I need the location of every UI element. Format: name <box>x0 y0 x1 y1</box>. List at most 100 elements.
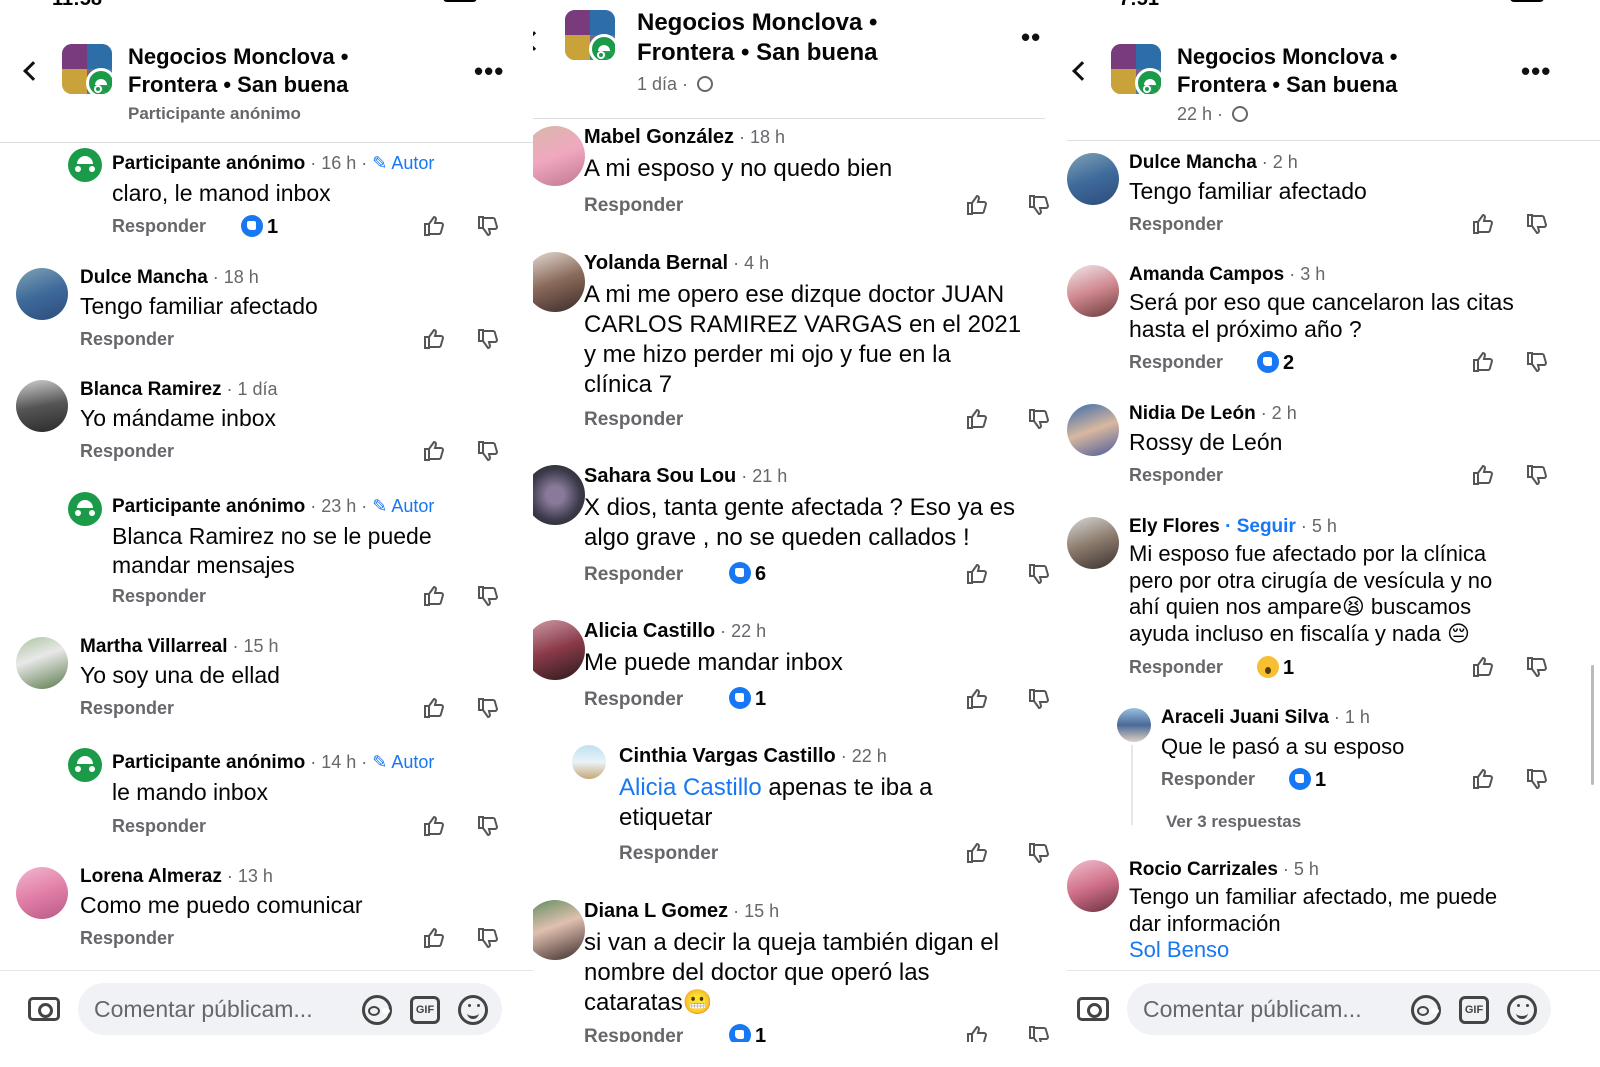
dislike-icon[interactable] <box>476 439 500 463</box>
avatar[interactable] <box>533 620 585 680</box>
dislike-icon[interactable] <box>476 214 500 238</box>
dislike-icon[interactable] <box>1027 193 1051 217</box>
avatar-sticker-icon[interactable] <box>1411 995 1441 1025</box>
like-icon[interactable] <box>965 562 989 586</box>
dislike-icon[interactable] <box>1525 463 1549 487</box>
view-replies-link[interactable]: Ver 3 respuestas <box>1166 812 1301 832</box>
avatar[interactable] <box>16 867 68 919</box>
avatar[interactable] <box>572 745 606 779</box>
group-avatar[interactable] <box>62 44 112 94</box>
like-icon[interactable] <box>965 841 989 865</box>
follow-button[interactable]: · Seguir <box>1220 516 1296 537</box>
camera-icon[interactable] <box>28 997 60 1021</box>
dislike-icon[interactable] <box>476 584 500 608</box>
camera-icon[interactable] <box>1077 997 1109 1021</box>
comment-author[interactable]: Diana L Gomez · 15 h <box>584 900 779 923</box>
avatar[interactable] <box>16 268 68 320</box>
dislike-icon[interactable] <box>1525 212 1549 236</box>
reaction-count[interactable]: 2 <box>1257 351 1294 375</box>
reply-button[interactable]: Responder <box>1129 465 1223 486</box>
avatar[interactable] <box>1067 517 1119 569</box>
reply-button[interactable]: Responder <box>80 329 174 350</box>
emoji-icon[interactable] <box>1507 995 1537 1025</box>
avatar[interactable] <box>1117 708 1151 742</box>
comment-author[interactable]: Blanca Ramirez · 1 día <box>80 379 278 401</box>
like-icon[interactable] <box>1471 463 1495 487</box>
comment-author[interactable]: Dulce Mancha · 2 h <box>1129 152 1298 174</box>
like-icon[interactable] <box>422 814 446 838</box>
comment-author[interactable]: Martha Villarreal · 15 h <box>80 636 279 658</box>
reply-button[interactable]: Responder <box>112 586 206 607</box>
avatar[interactable] <box>533 465 585 525</box>
more-icon[interactable]: •• <box>1021 22 1041 53</box>
comment-author[interactable]: Ely Flores · Seguir · 5 h <box>1129 516 1337 538</box>
like-icon[interactable] <box>965 687 989 711</box>
more-icon[interactable]: ••• <box>474 56 504 87</box>
reaction-count[interactable]: 1 <box>1257 656 1294 680</box>
like-icon[interactable] <box>1471 350 1495 374</box>
reply-button[interactable]: Responder <box>584 409 683 431</box>
back-icon[interactable] <box>1072 61 1092 81</box>
reaction-count[interactable]: 1 <box>1289 768 1326 792</box>
like-icon[interactable] <box>422 214 446 238</box>
reply-button[interactable]: Responder <box>112 816 206 837</box>
dislike-icon[interactable] <box>476 696 500 720</box>
comment-author[interactable]: Nidia De León · 2 h <box>1129 403 1297 425</box>
dislike-icon[interactable] <box>1027 841 1051 865</box>
comment-author[interactable]: Participante anónimo · 23 h · ✎ Autor <box>112 496 434 518</box>
reaction-count[interactable]: 6 <box>729 562 766 586</box>
comment-author[interactable]: Mabel González · 18 h <box>584 126 785 149</box>
group-avatar[interactable] <box>1111 44 1161 94</box>
reply-button[interactable]: Responder <box>1129 657 1223 678</box>
anonymous-avatar[interactable] <box>68 492 102 526</box>
comment-author[interactable]: Amanda Campos · 3 h <box>1129 264 1325 286</box>
comment-author[interactable]: Cinthia Vargas Castillo · 22 h <box>619 745 887 768</box>
like-icon[interactable] <box>422 696 446 720</box>
reaction-count[interactable]: 1 <box>241 215 278 239</box>
comment-author[interactable]: Araceli Juani Silva · 1 h <box>1161 707 1370 729</box>
avatar[interactable] <box>533 900 585 960</box>
group-name[interactable]: Negocios Monclova • Frontera • San buena <box>128 43 348 99</box>
dislike-icon[interactable] <box>1525 767 1549 791</box>
comment-author[interactable]: Participante anónimo · 14 h · ✎ Autor <box>112 752 434 774</box>
reply-button[interactable]: Responder <box>80 441 174 462</box>
avatar-sticker-icon[interactable] <box>362 995 392 1025</box>
more-icon[interactable]: ••• <box>1521 56 1551 87</box>
comment-author[interactable]: Lorena Almeraz · 13 h <box>80 866 273 888</box>
comment-author[interactable]: Alicia Castillo · 22 h <box>584 620 766 643</box>
dislike-icon[interactable] <box>1027 562 1051 586</box>
reply-button[interactable]: Responder <box>584 564 683 586</box>
dislike-icon[interactable] <box>1525 655 1549 679</box>
reply-button[interactable]: Responder <box>1161 769 1255 790</box>
reply-button[interactable]: Responder <box>112 216 206 237</box>
avatar[interactable] <box>533 252 585 312</box>
dislike-icon[interactable] <box>1525 350 1549 374</box>
anonymous-avatar[interactable] <box>68 148 102 182</box>
group-name[interactable]: Negocios Monclova • Frontera • San buena <box>637 8 877 68</box>
comment-author[interactable]: Yolanda Bernal · 4 h <box>584 252 769 275</box>
gif-icon[interactable]: GIF <box>1459 996 1489 1024</box>
reply-button[interactable]: Responder <box>80 928 174 949</box>
dislike-icon[interactable] <box>476 926 500 950</box>
back-icon[interactable] <box>533 31 544 51</box>
back-icon[interactable] <box>23 61 43 81</box>
like-icon[interactable] <box>422 584 446 608</box>
avatar[interactable] <box>1067 860 1119 912</box>
mention-link[interactable]: Sol Benso <box>1129 937 1497 964</box>
reaction-count[interactable]: 1 <box>729 687 766 711</box>
scrollbar[interactable] <box>1591 665 1594 785</box>
like-icon[interactable] <box>965 407 989 431</box>
comment-author[interactable]: Participante anónimo · 16 h · ✎ Autor <box>112 153 434 175</box>
like-icon[interactable] <box>1471 767 1495 791</box>
dislike-icon[interactable] <box>1027 687 1051 711</box>
mention-link[interactable]: Alicia Castillo <box>619 774 762 801</box>
comment-author[interactable]: Dulce Mancha · 18 h <box>80 267 259 289</box>
like-icon[interactable] <box>1471 655 1495 679</box>
avatar[interactable] <box>1067 265 1119 317</box>
avatar[interactable] <box>1067 153 1119 205</box>
like-icon[interactable] <box>422 439 446 463</box>
anonymous-avatar[interactable] <box>68 748 102 782</box>
reply-button[interactable]: Responder <box>584 195 683 217</box>
emoji-icon[interactable] <box>458 995 488 1025</box>
group-avatar[interactable] <box>565 10 615 60</box>
